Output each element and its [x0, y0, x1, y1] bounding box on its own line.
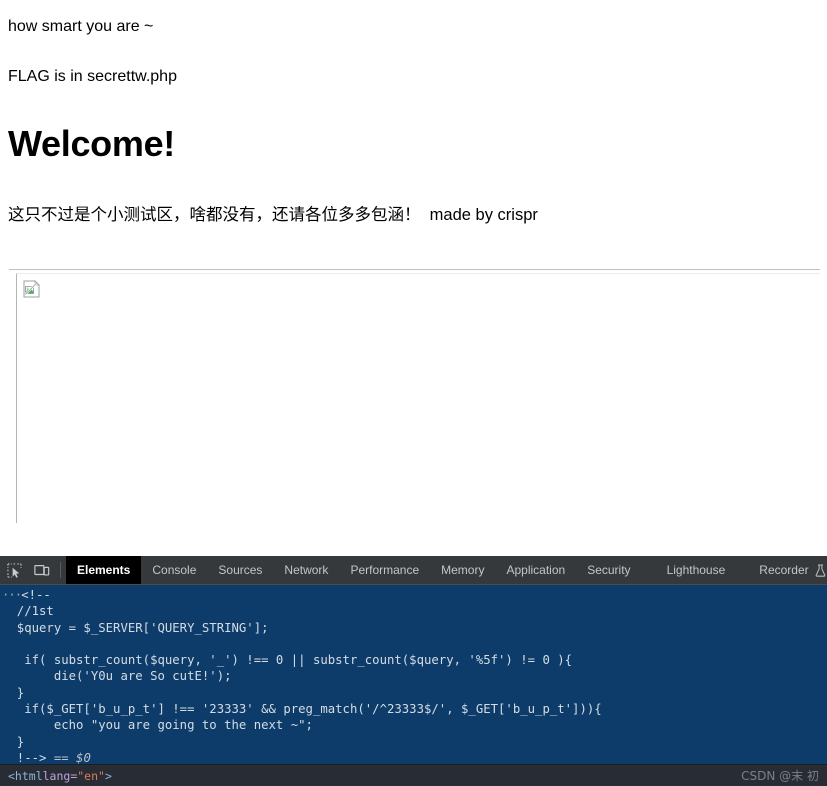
- tab-elements[interactable]: Elements: [66, 556, 142, 584]
- page-note-chinese: 这只不过是个小测试区，啥都没有，还请各位多多包涵！: [8, 204, 421, 224]
- tab-lighthouse[interactable]: Lighthouse: [656, 556, 737, 584]
- browser-page-viewport: how smart you are ~ FLAG is in secrettw.…: [0, 0, 827, 556]
- broken-image-icon: [23, 279, 41, 298]
- horizontal-rule: [9, 268, 820, 270]
- devtools-toolbar: Elements Console Sources Network Perform…: [0, 556, 827, 585]
- tab-console-label: Console: [152, 563, 197, 577]
- toolbar-divider: [60, 562, 61, 578]
- page-line-flag-hint: FLAG is in secrettw.php: [8, 68, 177, 86]
- device-toolbar-icon[interactable]: [28, 556, 56, 584]
- page-note: 这只不过是个小测试区，啥都没有，还请各位多多包涵！ made by crispr: [8, 201, 819, 225]
- breadcrumb-attr-value: "en": [77, 768, 105, 783]
- tab-application-label: Application: [506, 563, 566, 577]
- console-ref-label: == $0: [53, 750, 91, 764]
- csdn-watermark: CSDN @末 初: [741, 769, 819, 783]
- tab-security-label: Security: [587, 563, 631, 577]
- inspect-element-icon[interactable]: [0, 556, 28, 584]
- tab-memory-label: Memory: [441, 563, 485, 577]
- breadcrumb-tag-open[interactable]: <html: [8, 769, 43, 783]
- page-note-author: made by crispr: [420, 205, 538, 224]
- embedded-frame: [16, 272, 820, 523]
- devtools-panel: Elements Console Sources Network Perform…: [0, 556, 827, 786]
- code-block: <!-- //1st $query = $_SERVER['QUERY_STRI…: [16, 588, 602, 764]
- tab-network[interactable]: Network: [273, 556, 339, 584]
- breadcrumb-attr-name: lang=: [42, 768, 78, 783]
- page-content: how smart you are ~ FLAG is in secrettw.…: [0, 0, 827, 531]
- flask-icon: [815, 563, 826, 577]
- page-title-welcome: Welcome!: [8, 122, 175, 164]
- code-ellipsis-marker[interactable]: ···: [2, 588, 22, 602]
- tab-memory[interactable]: Memory: [430, 556, 495, 584]
- tab-recorder-label: Recorder: [759, 563, 809, 577]
- dom-breadcrumb: <html lang= "en" > CSDN @末 初: [0, 764, 827, 786]
- tab-sources-label: Sources: [218, 563, 263, 577]
- tab-security[interactable]: Security: [576, 556, 641, 584]
- tab-performance-label: Performance: [350, 563, 420, 577]
- selected-node-code: ···<!-- //1st $query = $_SERVER['QUERY_S…: [0, 585, 827, 764]
- tab-elements-label: Elements: [77, 563, 131, 577]
- elements-tree-panel[interactable]: ···<!-- //1st $query = $_SERVER['QUERY_S…: [0, 585, 827, 764]
- tab-lighthouse-label: Lighthouse: [666, 563, 726, 577]
- tab-application[interactable]: Application: [495, 556, 576, 584]
- tab-recorder[interactable]: Recorder: [748, 556, 827, 584]
- tab-console[interactable]: Console: [141, 556, 207, 584]
- breadcrumb-tag-close: >: [104, 768, 112, 783]
- page-line-how-smart: how smart you are ~: [8, 18, 154, 35]
- devtools-tab-strip: Elements Console Sources Network Perform…: [66, 556, 827, 584]
- tab-sources[interactable]: Sources: [207, 556, 273, 584]
- tab-network-label: Network: [284, 563, 329, 577]
- tab-performance[interactable]: Performance: [339, 556, 430, 584]
